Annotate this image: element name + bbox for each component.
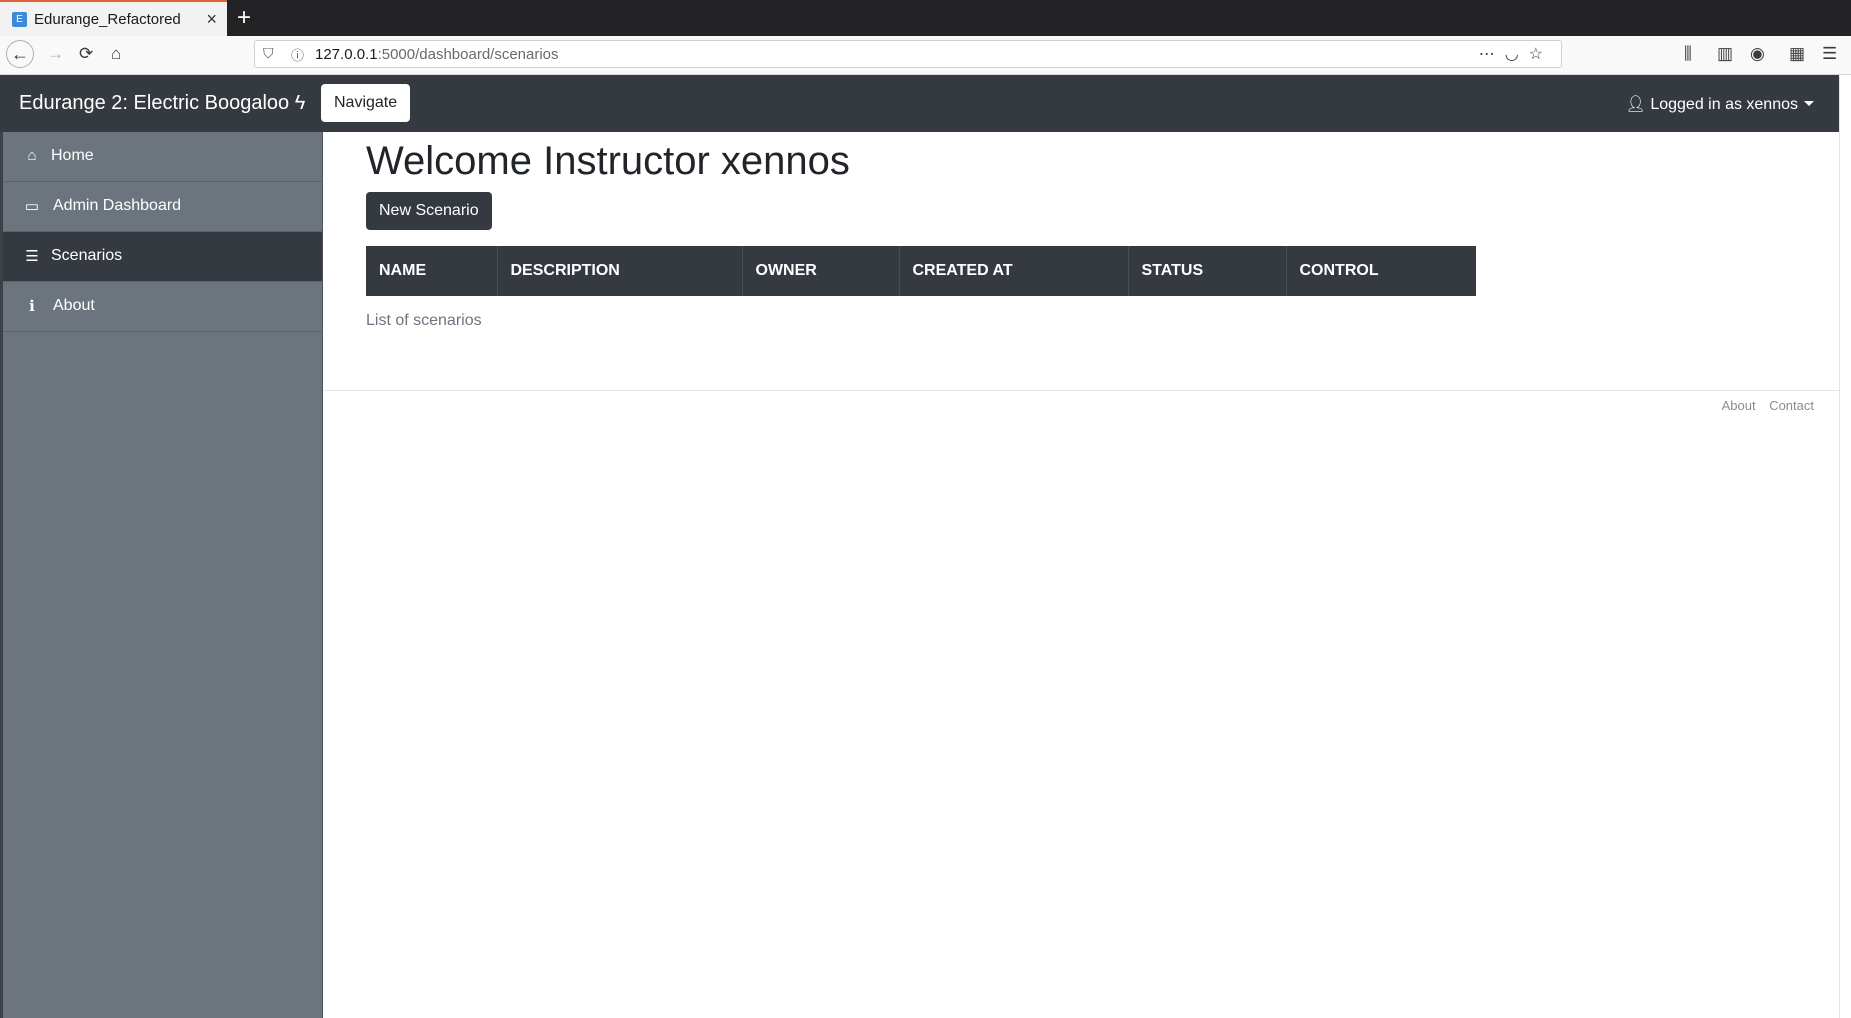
table-header-row: NAME DESCRIPTION OWNER CREATED AT STATUS… [366, 246, 1476, 296]
sidebar-item-home[interactable]: ⌂ Home [3, 132, 322, 182]
tab-favicon-icon: E [12, 12, 27, 27]
right-gutter [1839, 75, 1851, 1018]
pocket-icon[interactable]: ◡ [1505, 46, 1529, 63]
reload-icon[interactable]: ⟳ [79, 44, 93, 64]
info-icon[interactable]: ⓘ [291, 45, 304, 64]
more-icon[interactable]: ⋯ [1479, 46, 1505, 63]
column-header-status: STATUS [1128, 246, 1287, 296]
browser-tab[interactable]: E Edurange_Refactored × [0, 0, 227, 36]
table-caption: List of scenarios [366, 312, 482, 329]
url-text[interactable]: 127.0.0.1:5000/dashboard/scenarios [315, 46, 559, 63]
footer-link-contact[interactable]: Contact [1769, 398, 1814, 413]
user-icon: 👤︎ [1625, 96, 1646, 113]
browser-toolbar: ← → ⟳ ⌂ ⛉ ⓘ 127.0.0.1:5000/dashboard/sce… [0, 36, 1851, 75]
main-content: Welcome Instructor xennos New Scenario N… [323, 132, 1839, 1018]
caret-down-icon [1804, 101, 1814, 106]
column-header-created-at: CREATED AT [899, 246, 1129, 296]
account-icon[interactable]: ◉ [1750, 44, 1765, 64]
monitor-icon: ▭ [24, 198, 40, 215]
info-icon: ℹ [29, 298, 35, 315]
footer-divider [323, 390, 1839, 391]
home-icon: ⌂ [27, 147, 37, 164]
sidebar-item-about[interactable]: ℹ About [3, 282, 322, 332]
sidebar: ⌂ Home ▭ Admin Dashboard ☰ Scenarios ℹ A… [0, 132, 323, 1018]
column-header-description: DESCRIPTION [497, 246, 743, 296]
brand[interactable]: Edurange 2: Electric Boogaloo ϟ [19, 92, 305, 115]
forward-arrow-icon[interactable]: → [47, 44, 64, 64]
navigate-button[interactable]: Navigate [321, 84, 411, 122]
sidebar-item-label: Scenarios [51, 247, 123, 264]
url-bar[interactable]: ⛉ ⓘ 127.0.0.1:5000/dashboard/scenarios ⋯… [254, 40, 1562, 68]
footer-link-about[interactable]: About [1722, 398, 1756, 413]
new-scenario-button[interactable]: New Scenario [366, 192, 492, 230]
page-title: Welcome Instructor xennos [366, 139, 850, 183]
footer-links: About Contact [1712, 398, 1814, 413]
url-path: :5000/dashboard/scenarios [377, 46, 559, 63]
close-tab-icon[interactable]: × [206, 9, 217, 30]
browser-tabstrip: E Edurange_Refactored × + [0, 0, 1851, 36]
column-header-owner: OWNER [742, 246, 900, 296]
bookmark-star-icon[interactable]: ☆ [1529, 46, 1553, 63]
new-tab-icon[interactable]: + [237, 4, 251, 32]
library-icon[interactable]: ⫼ [1684, 44, 1692, 64]
sidebar-item-admin-dashboard[interactable]: ▭ Admin Dashboard [3, 182, 322, 232]
shield-icon[interactable]: ⛉ [263, 45, 274, 62]
app-navbar: Edurange 2: Electric Boogaloo ϟ Navigate… [0, 75, 1851, 132]
sidebar-toggle-icon[interactable]: ▥ [1717, 44, 1733, 64]
brand-text: Edurange 2: Electric Boogaloo [19, 92, 290, 114]
column-header-control: CONTROL [1286, 246, 1476, 296]
menu-icon[interactable]: ☰ [1822, 44, 1837, 64]
user-menu-label: Logged in as xennos [1650, 96, 1798, 113]
sidebar-item-label: Admin Dashboard [53, 197, 182, 214]
bolt-icon: ϟ [294, 92, 306, 114]
scenarios-table: NAME DESCRIPTION OWNER CREATED AT STATUS… [366, 246, 1476, 296]
back-arrow-icon[interactable]: ← [6, 40, 34, 68]
url-host: 127.0.0.1 [315, 46, 378, 63]
sidebar-item-label: Home [51, 147, 94, 164]
sidebar-item-scenarios[interactable]: ☰ Scenarios [3, 232, 322, 282]
tab-title: Edurange_Refactored [34, 11, 181, 28]
extensions-icon[interactable]: ▦ [1789, 44, 1805, 64]
user-menu[interactable]: 👤︎ Logged in as xennos [1626, 94, 1814, 114]
home-browser-icon[interactable]: ⌂ [111, 44, 121, 64]
sidebar-item-label: About [53, 297, 95, 314]
column-header-name: NAME [366, 246, 498, 296]
url-actions: ⋯◡☆ [1479, 44, 1553, 64]
list-icon: ☰ [25, 248, 39, 265]
